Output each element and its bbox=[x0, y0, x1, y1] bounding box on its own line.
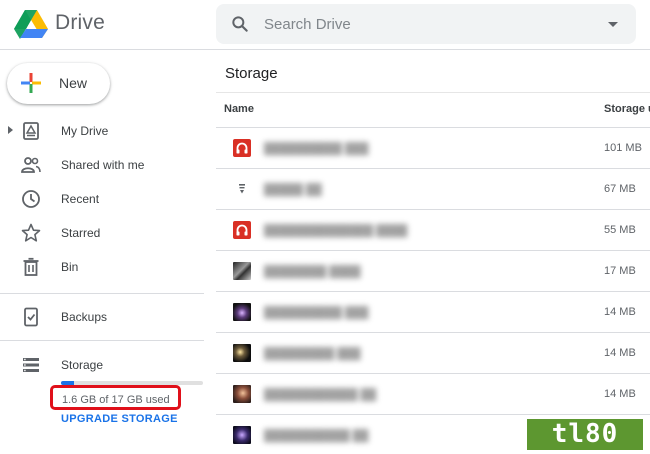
search-input[interactable] bbox=[264, 4, 584, 44]
sidebar-item-label: Backups bbox=[61, 310, 108, 324]
app-header: Drive bbox=[0, 0, 650, 50]
file-row[interactable]: ████████ ████ 17 MB bbox=[216, 251, 650, 292]
app-title[interactable]: Drive bbox=[55, 11, 105, 35]
sidebar-item-label: Starred bbox=[61, 226, 101, 240]
file-row[interactable]: ████████████ ██ 14 MB bbox=[216, 374, 650, 415]
file-name: ████████████ ██ bbox=[264, 389, 377, 401]
sidebar-item-backups[interactable]: Backups bbox=[0, 302, 204, 332]
file-row[interactable]: ██████████ ███ 101 MB bbox=[216, 128, 650, 169]
file-row[interactable]: ██████████████ ████ 55 MB bbox=[216, 210, 650, 251]
file-name: ███████████ ██ bbox=[264, 430, 369, 442]
image-thumbnail-icon bbox=[233, 344, 251, 362]
star-icon bbox=[21, 223, 41, 242]
sidebar-item-storage[interactable]: Storage bbox=[0, 350, 204, 380]
sidebar-item-label: Storage bbox=[61, 358, 104, 372]
sidebar-item-shared[interactable]: Shared with me bbox=[0, 150, 204, 180]
upgrade-storage-link[interactable]: UPGRADE STORAGE bbox=[61, 413, 178, 425]
shared-icon bbox=[21, 157, 41, 173]
file-name: ██████████ ███ bbox=[264, 307, 369, 319]
new-button-label: New bbox=[59, 75, 88, 91]
trash-icon bbox=[23, 257, 39, 276]
column-header-storage[interactable]: Storage u bbox=[604, 92, 650, 127]
watermark-text: tl80 bbox=[551, 419, 619, 449]
file-size: 101 MB bbox=[604, 142, 642, 154]
drive-logo-icon[interactable] bbox=[14, 9, 48, 39]
my-drive-icon bbox=[23, 122, 39, 140]
sidebar-item-label: My Drive bbox=[61, 124, 109, 138]
file-name: ██████████████ ████ bbox=[264, 225, 408, 237]
sidebar-item-label: Shared with me bbox=[61, 158, 145, 172]
new-button[interactable]: New bbox=[7, 63, 110, 104]
page-title: Storage bbox=[225, 65, 278, 82]
expand-arrow-icon[interactable] bbox=[8, 126, 13, 134]
watermark-logo: tl80 bbox=[527, 419, 643, 450]
image-thumbnail-icon bbox=[233, 262, 251, 280]
file-row[interactable]: █████ ██ 67 MB bbox=[216, 169, 650, 210]
file-name: █████████ ███ bbox=[264, 348, 361, 360]
file-row[interactable]: ██████████ ███ 14 MB bbox=[216, 292, 650, 333]
sidebar-divider bbox=[0, 340, 204, 341]
sidebar-divider bbox=[0, 293, 204, 294]
sidebar-item-bin[interactable]: Bin bbox=[0, 252, 204, 282]
image-thumbnail-icon bbox=[233, 385, 251, 403]
generic-file-icon bbox=[239, 184, 245, 194]
file-size: 14 MB bbox=[604, 347, 636, 359]
file-size: 55 MB bbox=[604, 224, 636, 236]
column-header-name[interactable]: Name bbox=[224, 92, 254, 127]
sidebar-item-recent[interactable]: Recent bbox=[0, 184, 204, 214]
sidebar: New My Drive Shared with me Recent Starr… bbox=[0, 50, 204, 454]
audio-file-icon bbox=[233, 139, 251, 157]
file-size: 14 MB bbox=[604, 306, 636, 318]
quota-highlight-annotation bbox=[50, 385, 181, 410]
sidebar-item-my-drive[interactable]: My Drive bbox=[0, 116, 204, 146]
file-row[interactable]: █████████ ███ 14 MB bbox=[216, 333, 650, 374]
sidebar-item-starred[interactable]: Starred bbox=[0, 218, 204, 248]
search-icon[interactable] bbox=[230, 14, 250, 34]
plus-icon bbox=[21, 73, 41, 93]
file-size: 17 MB bbox=[604, 265, 636, 277]
image-thumbnail-icon bbox=[233, 426, 251, 444]
file-size: 14 MB bbox=[604, 388, 636, 400]
backups-icon bbox=[24, 307, 38, 327]
search-bar[interactable] bbox=[216, 4, 636, 44]
file-name: ████████ ████ bbox=[264, 266, 361, 278]
sidebar-item-label: Recent bbox=[61, 192, 100, 206]
main-content: Storage Name Storage u ██████████ ███ 101… bbox=[216, 50, 650, 454]
audio-file-icon bbox=[233, 221, 251, 239]
file-size: 67 MB bbox=[604, 183, 636, 195]
sidebar-item-label: Bin bbox=[61, 260, 79, 274]
image-thumbnail-icon bbox=[233, 303, 251, 321]
storage-icon bbox=[23, 358, 39, 372]
title-divider bbox=[216, 92, 650, 93]
clock-icon bbox=[22, 190, 40, 208]
file-name: ██████████ ███ bbox=[264, 143, 369, 155]
file-name: █████ ██ bbox=[264, 184, 322, 196]
search-options-caret-icon[interactable] bbox=[608, 22, 618, 27]
